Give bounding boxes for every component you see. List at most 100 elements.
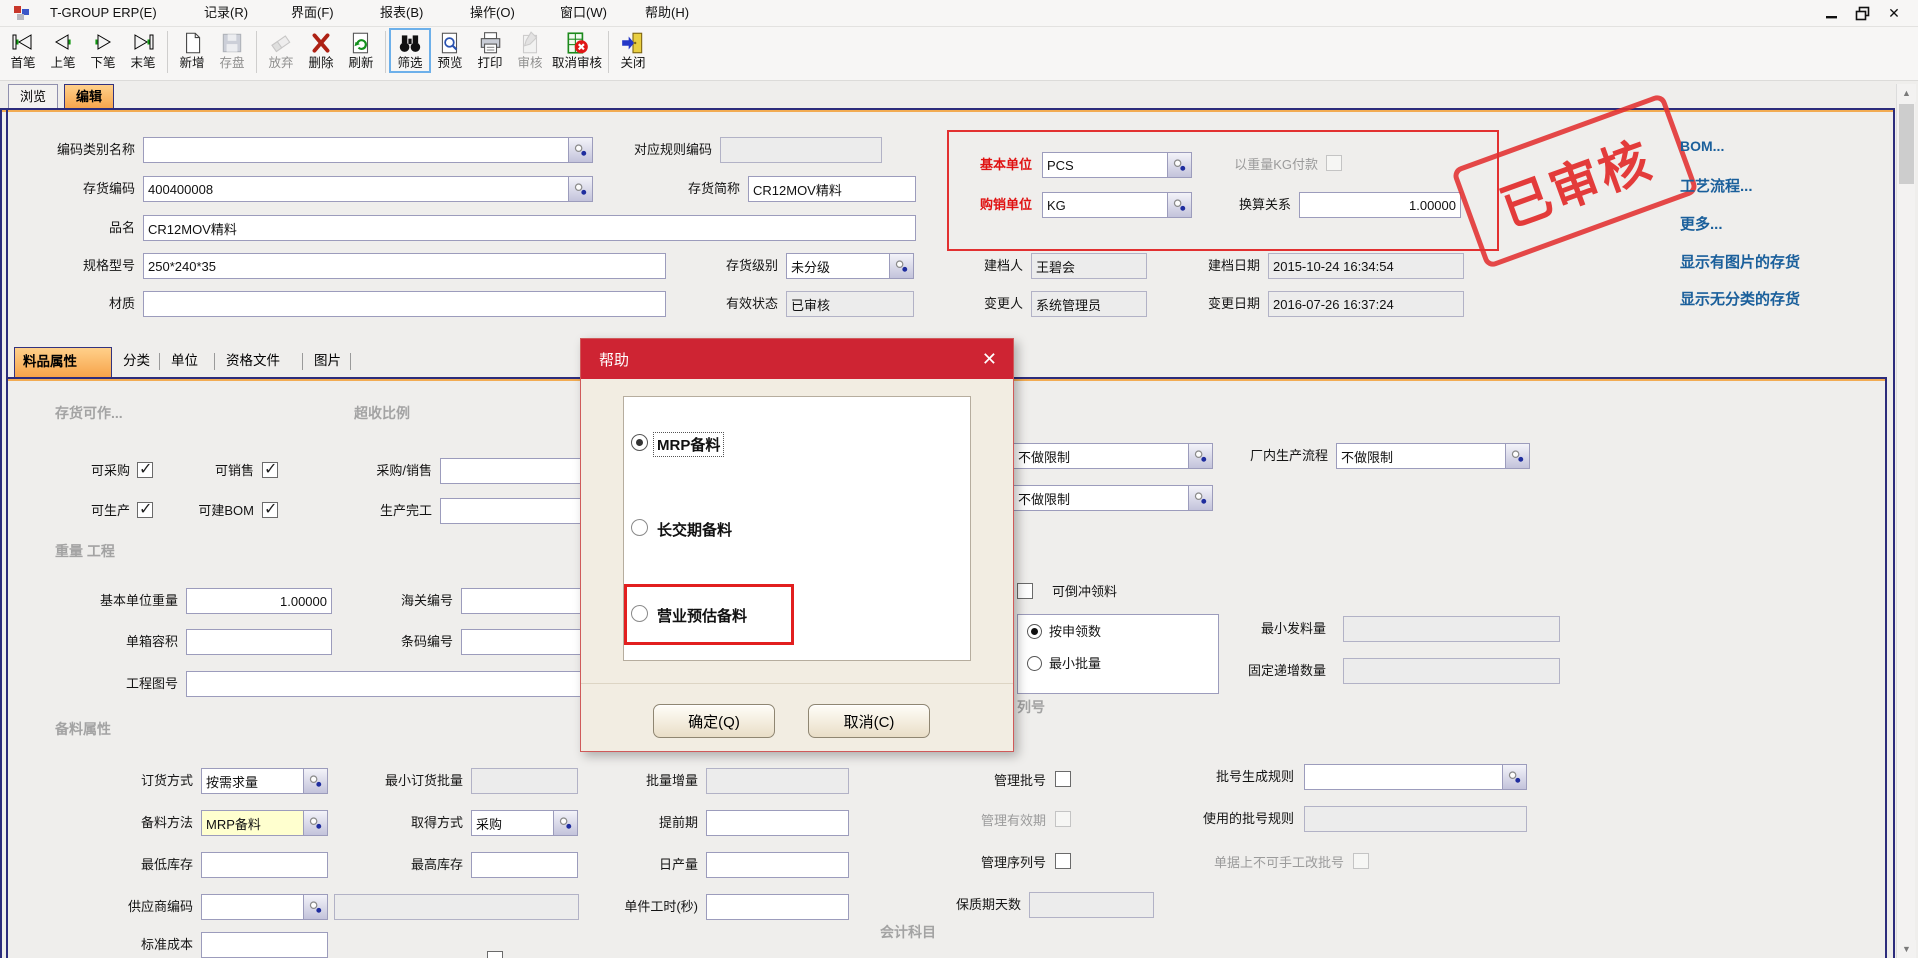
menu-operation[interactable]: 操作(O): [467, 0, 518, 26]
code-category-input[interactable]: [143, 137, 568, 163]
minimize-icon[interactable]: [1820, 3, 1844, 23]
menu-help[interactable]: 帮助(H): [642, 0, 692, 26]
toolbar-next[interactable]: 下笔: [83, 29, 123, 72]
lookup-icon[interactable]: [1505, 443, 1530, 469]
unit-highlight-box: [947, 130, 1499, 251]
shelf-days-label: 保质期天数: [928, 892, 1021, 918]
max-stock-input[interactable]: [471, 852, 578, 878]
std-cost-input[interactable]: [201, 932, 328, 958]
toolbar-new[interactable]: 新增: [172, 29, 212, 72]
can-bom-checkbox[interactable]: [262, 502, 278, 518]
can-produce-checkbox[interactable]: [137, 502, 153, 518]
lookup-icon[interactable]: [1502, 764, 1527, 790]
order-mode-input[interactable]: [201, 768, 303, 794]
cancel-button[interactable]: 取消(C): [808, 704, 930, 738]
subtab-image[interactable]: 图片: [306, 347, 349, 377]
dialog-close-icon[interactable]: ✕: [982, 349, 997, 370]
scroll-down-icon[interactable]: ▼: [1897, 940, 1916, 958]
modify-date-input: [1268, 291, 1464, 317]
lookup-icon[interactable]: [1167, 152, 1192, 178]
tab-browse[interactable]: 浏览: [8, 84, 58, 109]
batch-rule-input[interactable]: [1304, 764, 1502, 790]
menu-app[interactable]: T-GROUP ERP(E): [47, 0, 160, 26]
toolbar-cancel-audit[interactable]: 取消审核: [550, 29, 604, 72]
menu-report[interactable]: 报表(B): [377, 0, 426, 26]
scrollbar-thumb[interactable]: [1899, 104, 1914, 184]
vertical-scrollbar[interactable]: ▲ ▼: [1896, 84, 1915, 958]
supplier-code-input[interactable]: [201, 894, 303, 920]
lead-time-input[interactable]: [706, 810, 849, 836]
toolbar-last[interactable]: 末笔: [123, 29, 163, 72]
lookup-icon[interactable]: [303, 894, 328, 920]
min-batch-radio[interactable]: [1027, 656, 1042, 671]
subtab-unit[interactable]: 单位: [163, 347, 206, 377]
lookup-icon[interactable]: [889, 253, 914, 279]
restore-icon[interactable]: [1850, 3, 1874, 23]
toolbar-filter[interactable]: 筛选: [390, 29, 430, 72]
lookup-icon[interactable]: [303, 810, 328, 836]
lookup-icon[interactable]: [568, 176, 593, 202]
backflush-checkbox[interactable]: [1017, 583, 1033, 599]
inv-abbr-input[interactable]: [748, 176, 916, 202]
link-process-flow[interactable]: 工艺流程...: [1680, 175, 1753, 196]
inv-code-input[interactable]: [143, 176, 568, 202]
can-sale-checkbox[interactable]: [262, 462, 278, 478]
ok-button[interactable]: 确定(Q): [653, 704, 775, 738]
scroll-up-icon[interactable]: ▲: [1897, 84, 1916, 102]
toolbar-refresh[interactable]: 刷新: [341, 29, 381, 72]
lookup-icon[interactable]: [1188, 443, 1213, 469]
by-request-radio[interactable]: [1027, 624, 1042, 639]
acquire-mode-label: 取得方式: [391, 810, 463, 836]
lookup-icon[interactable]: [1167, 192, 1192, 218]
manage-batch-checkbox[interactable]: [1055, 771, 1071, 787]
limit2-input[interactable]: [1013, 485, 1188, 511]
min-stock-input[interactable]: [201, 852, 328, 878]
link-show-with-image[interactable]: 显示有图片的存货: [1680, 251, 1800, 272]
conversion-input[interactable]: [1299, 192, 1461, 218]
lookup-icon[interactable]: [303, 768, 328, 794]
toolbar-prev[interactable]: 上笔: [43, 29, 83, 72]
link-bom[interactable]: BOM...: [1680, 138, 1724, 154]
base-weight-input[interactable]: [186, 588, 332, 614]
long-lead-prep-radio[interactable]: [631, 519, 648, 536]
tab-edit[interactable]: 编辑: [64, 84, 114, 109]
long-lead-prep-label[interactable]: 长交期备料: [657, 519, 732, 540]
menu-window[interactable]: 窗口(W): [557, 0, 610, 26]
link-more[interactable]: 更多...: [1680, 213, 1723, 234]
limit1-input[interactable]: [1013, 443, 1188, 469]
spec-model-input[interactable]: [143, 253, 666, 279]
mrp-prep-radio[interactable]: [631, 434, 648, 451]
close-icon[interactable]: ✕: [1882, 3, 1906, 23]
toolbar-close-form[interactable]: 关闭: [613, 29, 653, 72]
unit-time-input[interactable]: [706, 894, 849, 920]
manage-serial-checkbox[interactable]: [1055, 853, 1071, 869]
inv-level-input[interactable]: [786, 253, 889, 279]
daily-output-input[interactable]: [706, 852, 849, 878]
prep-method-input[interactable]: [201, 810, 303, 836]
base-unit-input[interactable]: [1042, 152, 1167, 178]
subtab-qualification[interactable]: 资格文件: [218, 347, 288, 377]
box-volume-input[interactable]: [186, 629, 332, 655]
subtab-category[interactable]: 分类: [115, 347, 158, 377]
menu-record[interactable]: 记录(R): [201, 0, 251, 26]
product-name-input[interactable]: [143, 215, 916, 241]
acquire-mode-input[interactable]: [471, 810, 553, 836]
link-show-unclassified[interactable]: 显示无分类的存货: [1680, 288, 1800, 309]
trade-unit-input[interactable]: [1042, 192, 1167, 218]
subtab-item-attrs[interactable]: 料品属性: [14, 347, 112, 377]
material-input[interactable]: [143, 291, 666, 317]
inv-abbr-label: 存货简称: [628, 176, 740, 202]
can-purchase-checkbox[interactable]: [137, 462, 153, 478]
toolbar-first[interactable]: 首笔: [3, 29, 43, 72]
toolbar-print[interactable]: 打印: [470, 29, 510, 72]
toolbar-delete[interactable]: 删除: [301, 29, 341, 72]
lookup-icon[interactable]: [553, 810, 578, 836]
menu-interface[interactable]: 界面(F): [288, 0, 337, 26]
toolbar-separator: [256, 31, 257, 73]
lookup-icon[interactable]: [568, 137, 593, 163]
mrp-prep-label[interactable]: MRP备料: [654, 433, 723, 456]
lookup-icon[interactable]: [1188, 485, 1213, 511]
toolbar-preview[interactable]: 预览: [430, 29, 470, 72]
factory-flow-input[interactable]: [1336, 443, 1505, 469]
binoculars-icon: [397, 30, 423, 56]
